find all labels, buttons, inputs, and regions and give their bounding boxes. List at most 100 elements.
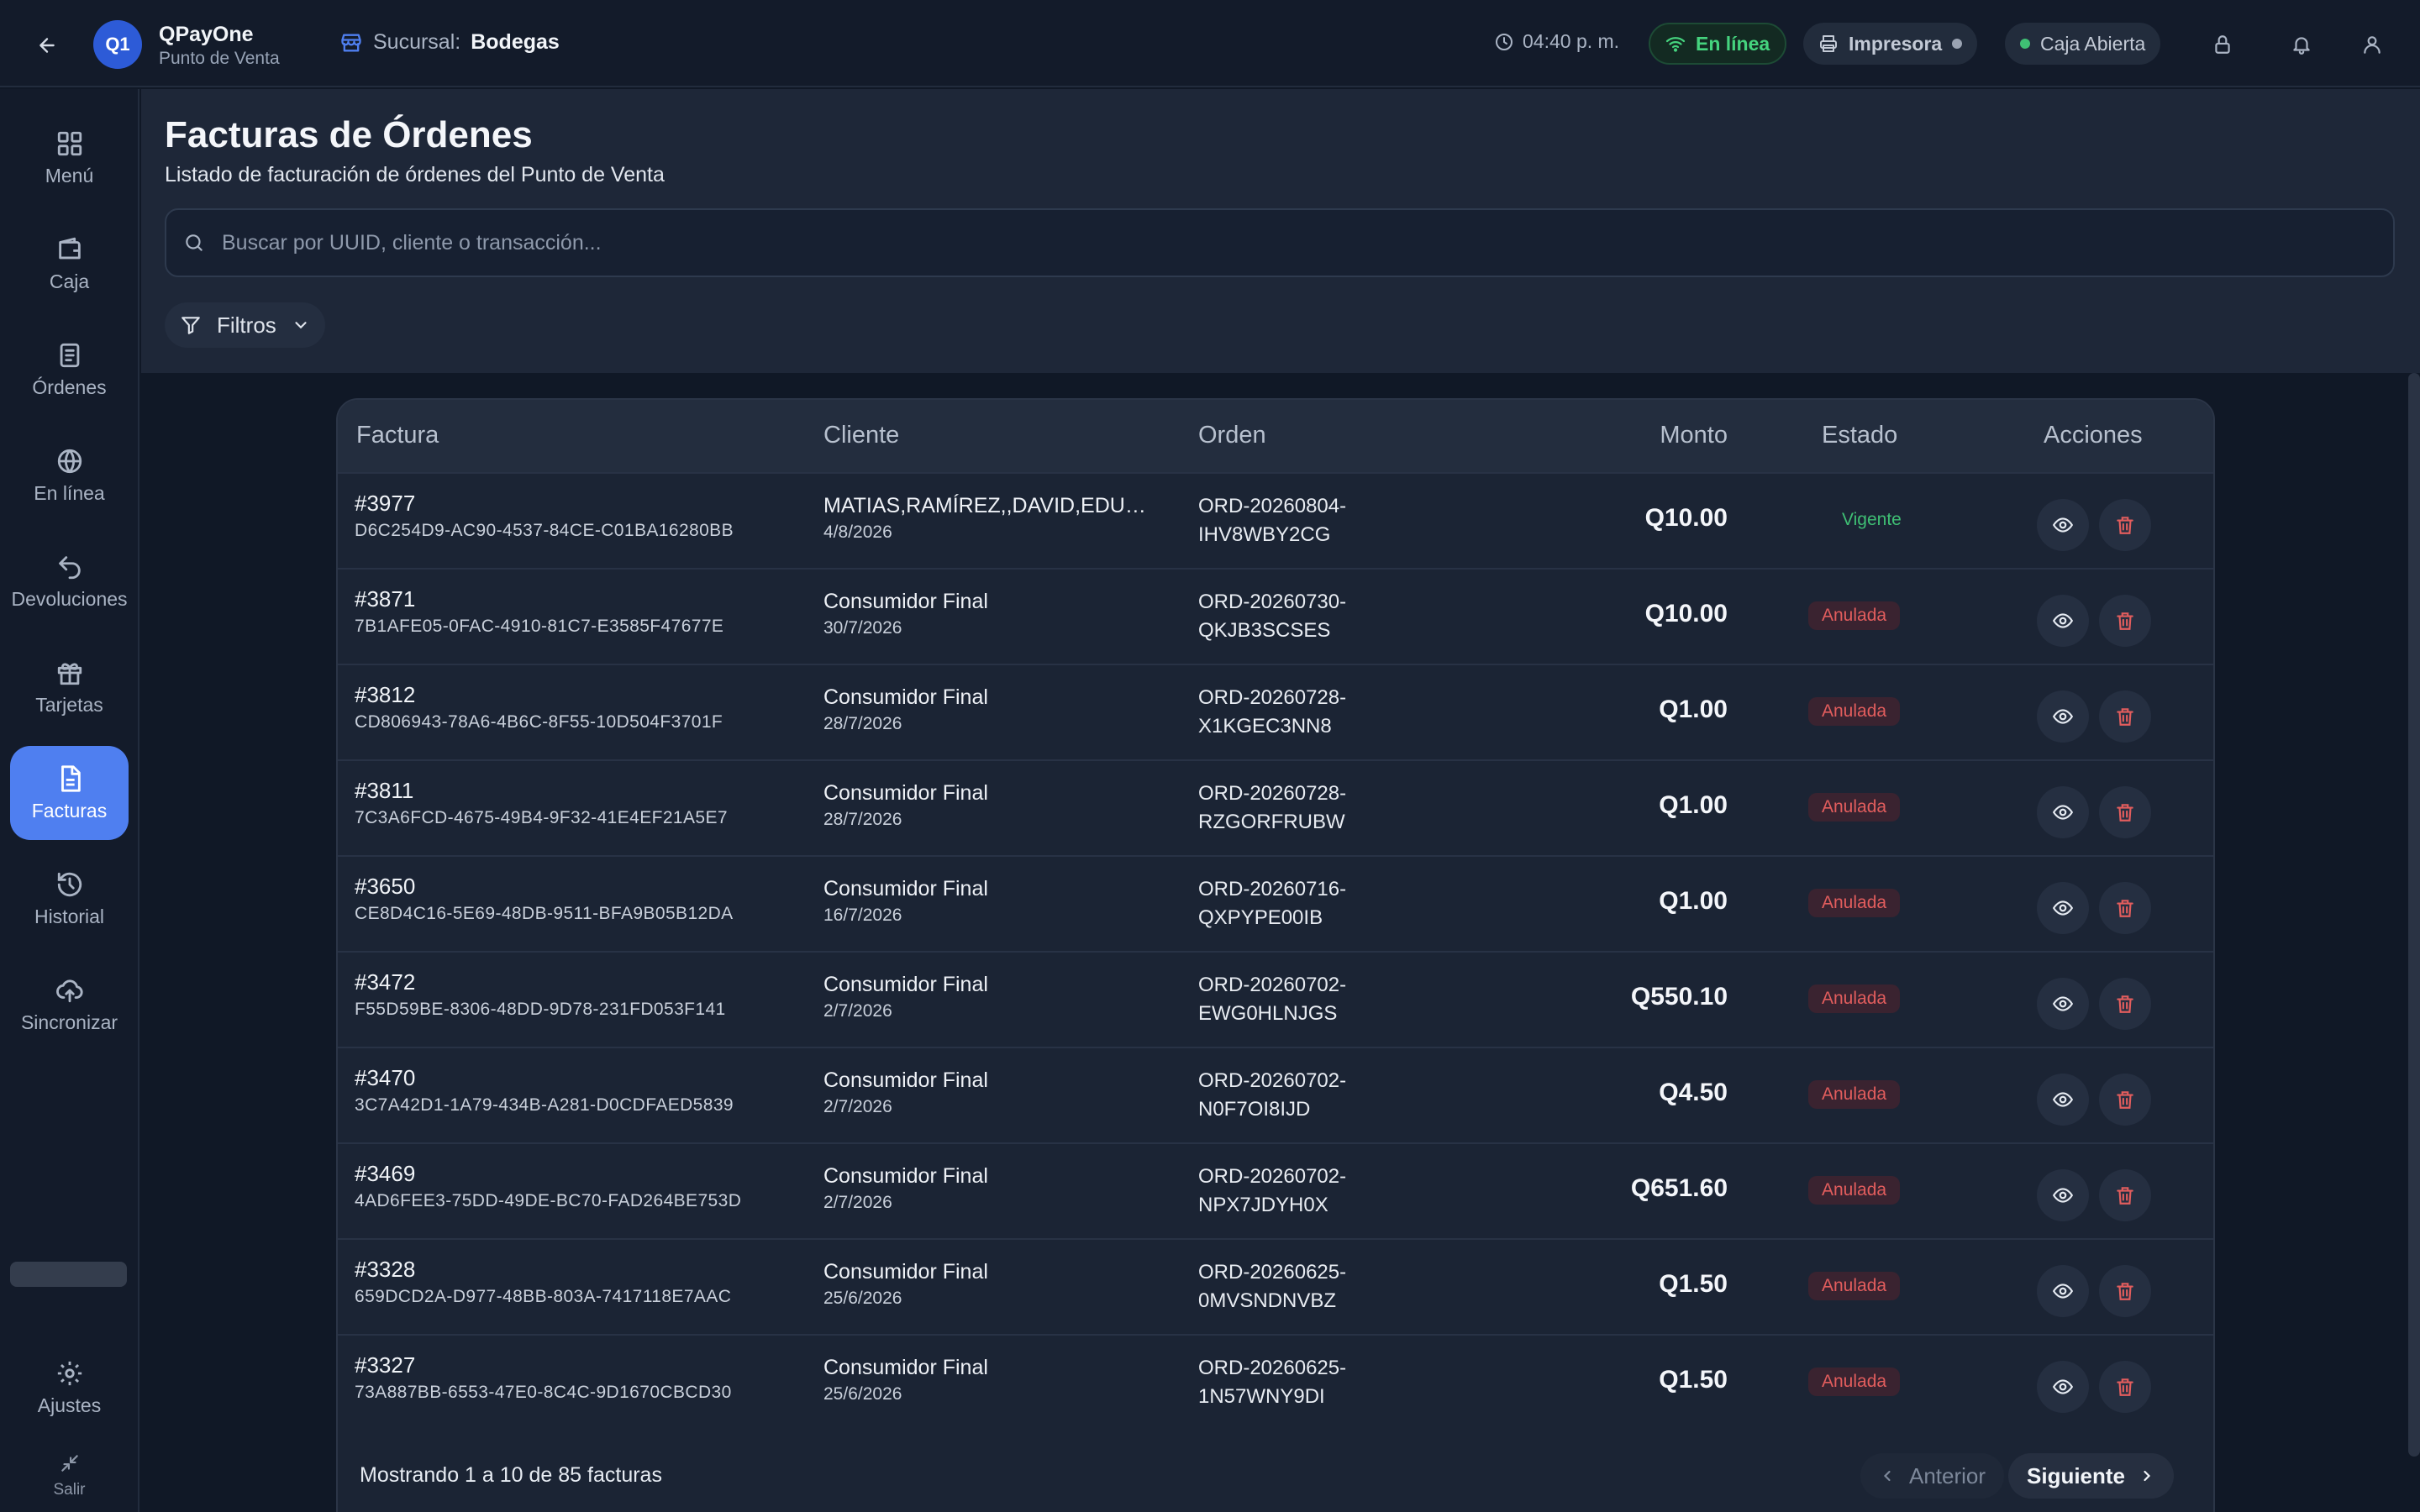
table-row[interactable]: #3472 F55D59BE-8306-48DD-9D78-231FD053F14… (338, 951, 2213, 1047)
table-row[interactable]: #3812 CD806943-78A6-4B6C-8F55-10D504F3701… (338, 664, 2213, 759)
view-invoice-button[interactable] (2037, 978, 2089, 1030)
sidebar-item-historial[interactable]: Historial (10, 852, 129, 946)
wifi-icon (1665, 37, 1686, 52)
logout-label: Salir (53, 1481, 86, 1499)
back-button[interactable] (30, 29, 64, 62)
sidebar-item-ordenes[interactable]: Órdenes (10, 323, 129, 417)
chevron-down-icon (295, 322, 307, 329)
sidebar-item-menu[interactable]: Menú (10, 111, 129, 205)
search-input[interactable] (222, 230, 2323, 255)
view-invoice-button[interactable] (2037, 595, 2089, 647)
trash-icon (2117, 804, 2133, 822)
view-invoice-button[interactable] (2037, 1361, 2089, 1413)
order-id-suffix: EWG0HLNJGS (1198, 1002, 1338, 1025)
client-name: Consumidor Final (823, 1068, 988, 1092)
table-row[interactable]: #3327 73A887BB-6553-47E0-8C4C-9D1670CBCD3… (338, 1334, 2213, 1430)
table-row[interactable]: #3871 7B1AFE05-0FAC-4910-81C7-E3585F47677… (338, 568, 2213, 664)
invoice-number: #3812 (355, 682, 416, 707)
user-button[interactable] (2358, 30, 2386, 59)
delete-invoice-button[interactable] (2099, 499, 2151, 551)
status-badge: Anulada (1808, 601, 1901, 630)
table-row[interactable]: #3811 7C3A6FCD-4675-49B4-9F32-41E4EF21A5E… (338, 759, 2213, 855)
search-box[interactable] (165, 208, 2395, 277)
delete-invoice-button[interactable] (2099, 1169, 2151, 1221)
view-invoice-button[interactable] (2037, 1169, 2089, 1221)
clipboard-icon (60, 343, 79, 367)
delete-invoice-button[interactable] (2099, 786, 2151, 838)
invoice-amount: Q651.60 (1630, 1174, 1728, 1202)
time-text: 04:40 p. m. (1523, 30, 1620, 52)
cash-status-dot (2020, 39, 2030, 49)
lock-icon (2215, 35, 2230, 54)
invoice-uuid: 4AD6FEE3-75DD-49DE-BC70-FAD264BE753D (355, 1191, 742, 1210)
sidebar-item-devoluciones[interactable]: Devoluciones (10, 534, 129, 628)
invoice-date: 2/7/2026 (823, 1001, 892, 1021)
eye-icon (2052, 1092, 2074, 1107)
invoice-uuid: D6C254D9-AC90-4537-84CE-C01BA16280BB (355, 521, 734, 540)
delete-invoice-button[interactable] (2099, 1361, 2151, 1413)
delete-invoice-button[interactable] (2099, 882, 2151, 934)
delete-invoice-button[interactable] (2099, 1265, 2151, 1317)
invoice-date: 4/8/2026 (823, 522, 892, 542)
sidebar-item-en-linea[interactable]: En línea (10, 428, 129, 522)
invoice-uuid: CE8D4C16-5E69-48DB-9511-BFA9B05B12DA (355, 904, 734, 923)
invoice-uuid: 659DCD2A-D977-48BB-803A-7417118E7AAC (355, 1287, 732, 1306)
lock-button[interactable] (2208, 30, 2237, 59)
sidebar-item-caja[interactable]: Caja (10, 217, 129, 311)
notifications-button[interactable] (2287, 30, 2316, 59)
table-row[interactable]: #3977 D6C254D9-AC90-4537-84CE-C01BA16280B… (338, 472, 2213, 568)
sidebar-item-label: Caja (49, 270, 90, 292)
view-invoice-button[interactable] (2037, 786, 2089, 838)
view-invoice-button[interactable] (2037, 499, 2089, 551)
cash-status-button[interactable]: Caja Abierta (2005, 23, 2161, 65)
invoice-number: #3650 (355, 874, 416, 899)
sidebar-item-ajustes[interactable]: Ajustes (10, 1341, 129, 1435)
eye-icon (2052, 709, 2074, 724)
printer-status-button[interactable]: Impresora (1803, 23, 1978, 65)
sidebar-item-tarjetas[interactable]: Tarjetas (10, 640, 129, 734)
table-row[interactable]: #3328 659DCD2A-D977-48BB-803A-7417118E7AA… (338, 1238, 2213, 1334)
filters-button[interactable]: Filtros (165, 302, 325, 348)
order-id-suffix: RZGORFRUBW (1198, 811, 1345, 833)
order-id: ORD-20260625- 0MVSNDNVBZ (1198, 1258, 1417, 1315)
page-scrollbar[interactable] (2408, 373, 2420, 1457)
filters-label: Filtros (217, 312, 276, 338)
delete-invoice-button[interactable] (2099, 690, 2151, 743)
table-row[interactable]: #3469 4AD6FEE3-75DD-49DE-BC70-FAD264BE753… (338, 1142, 2213, 1238)
delete-invoice-button[interactable] (2099, 978, 2151, 1030)
user-icon (2364, 36, 2381, 54)
view-invoice-button[interactable] (2037, 690, 2089, 743)
invoice-amount: Q550.10 (1630, 983, 1728, 1011)
next-page-button[interactable]: Siguiente (2008, 1453, 2175, 1499)
logout-button[interactable]: Salir (10, 1438, 129, 1512)
delete-invoice-button[interactable] (2099, 1074, 2151, 1126)
sidebar-item-facturas[interactable]: Facturas (10, 746, 129, 840)
previous-page-button[interactable]: Anterior (1860, 1453, 2005, 1499)
order-id-prefix: ORD-20260716- (1198, 878, 1347, 900)
trash-icon (2117, 1091, 2133, 1109)
invoice-date: 2/7/2026 (823, 1193, 892, 1212)
online-status-label: En línea (1696, 32, 1770, 55)
status-badge: Anulada (1808, 1176, 1901, 1205)
status-badge: Anulada (1808, 1368, 1901, 1396)
view-invoice-button[interactable] (2037, 882, 2089, 934)
invoices-table: Factura Cliente Orden Monto Estado Accio… (336, 398, 2215, 1512)
client-name: Consumidor Final (823, 877, 988, 900)
eye-icon (2052, 613, 2074, 628)
order-id-suffix: X1KGEC3NN8 (1198, 715, 1332, 738)
status-badge: Anulada (1808, 1080, 1901, 1109)
table-row[interactable]: #3650 CE8D4C16-5E69-48DB-9511-BFA9B05B12D… (338, 855, 2213, 951)
sidebar-placeholder-bar (10, 1262, 127, 1287)
trash-icon (2117, 517, 2133, 534)
chevron-left-icon (1883, 1470, 1891, 1482)
delete-invoice-button[interactable] (2099, 595, 2151, 647)
next-page-label: Siguiente (2027, 1462, 2126, 1488)
table-row[interactable]: #3470 3C7A42D1-1A79-434B-A281-D0CDFAED583… (338, 1047, 2213, 1142)
undo-icon (58, 555, 81, 579)
view-invoice-button[interactable] (2037, 1074, 2089, 1126)
app-logo: Q1 (93, 20, 142, 69)
view-invoice-button[interactable] (2037, 1265, 2089, 1317)
online-status-badge[interactable]: En línea (1649, 23, 1787, 65)
sidebar-item-sincronizar[interactable]: Sincronizar (10, 958, 129, 1052)
invoice-date: 2/7/2026 (823, 1097, 892, 1116)
